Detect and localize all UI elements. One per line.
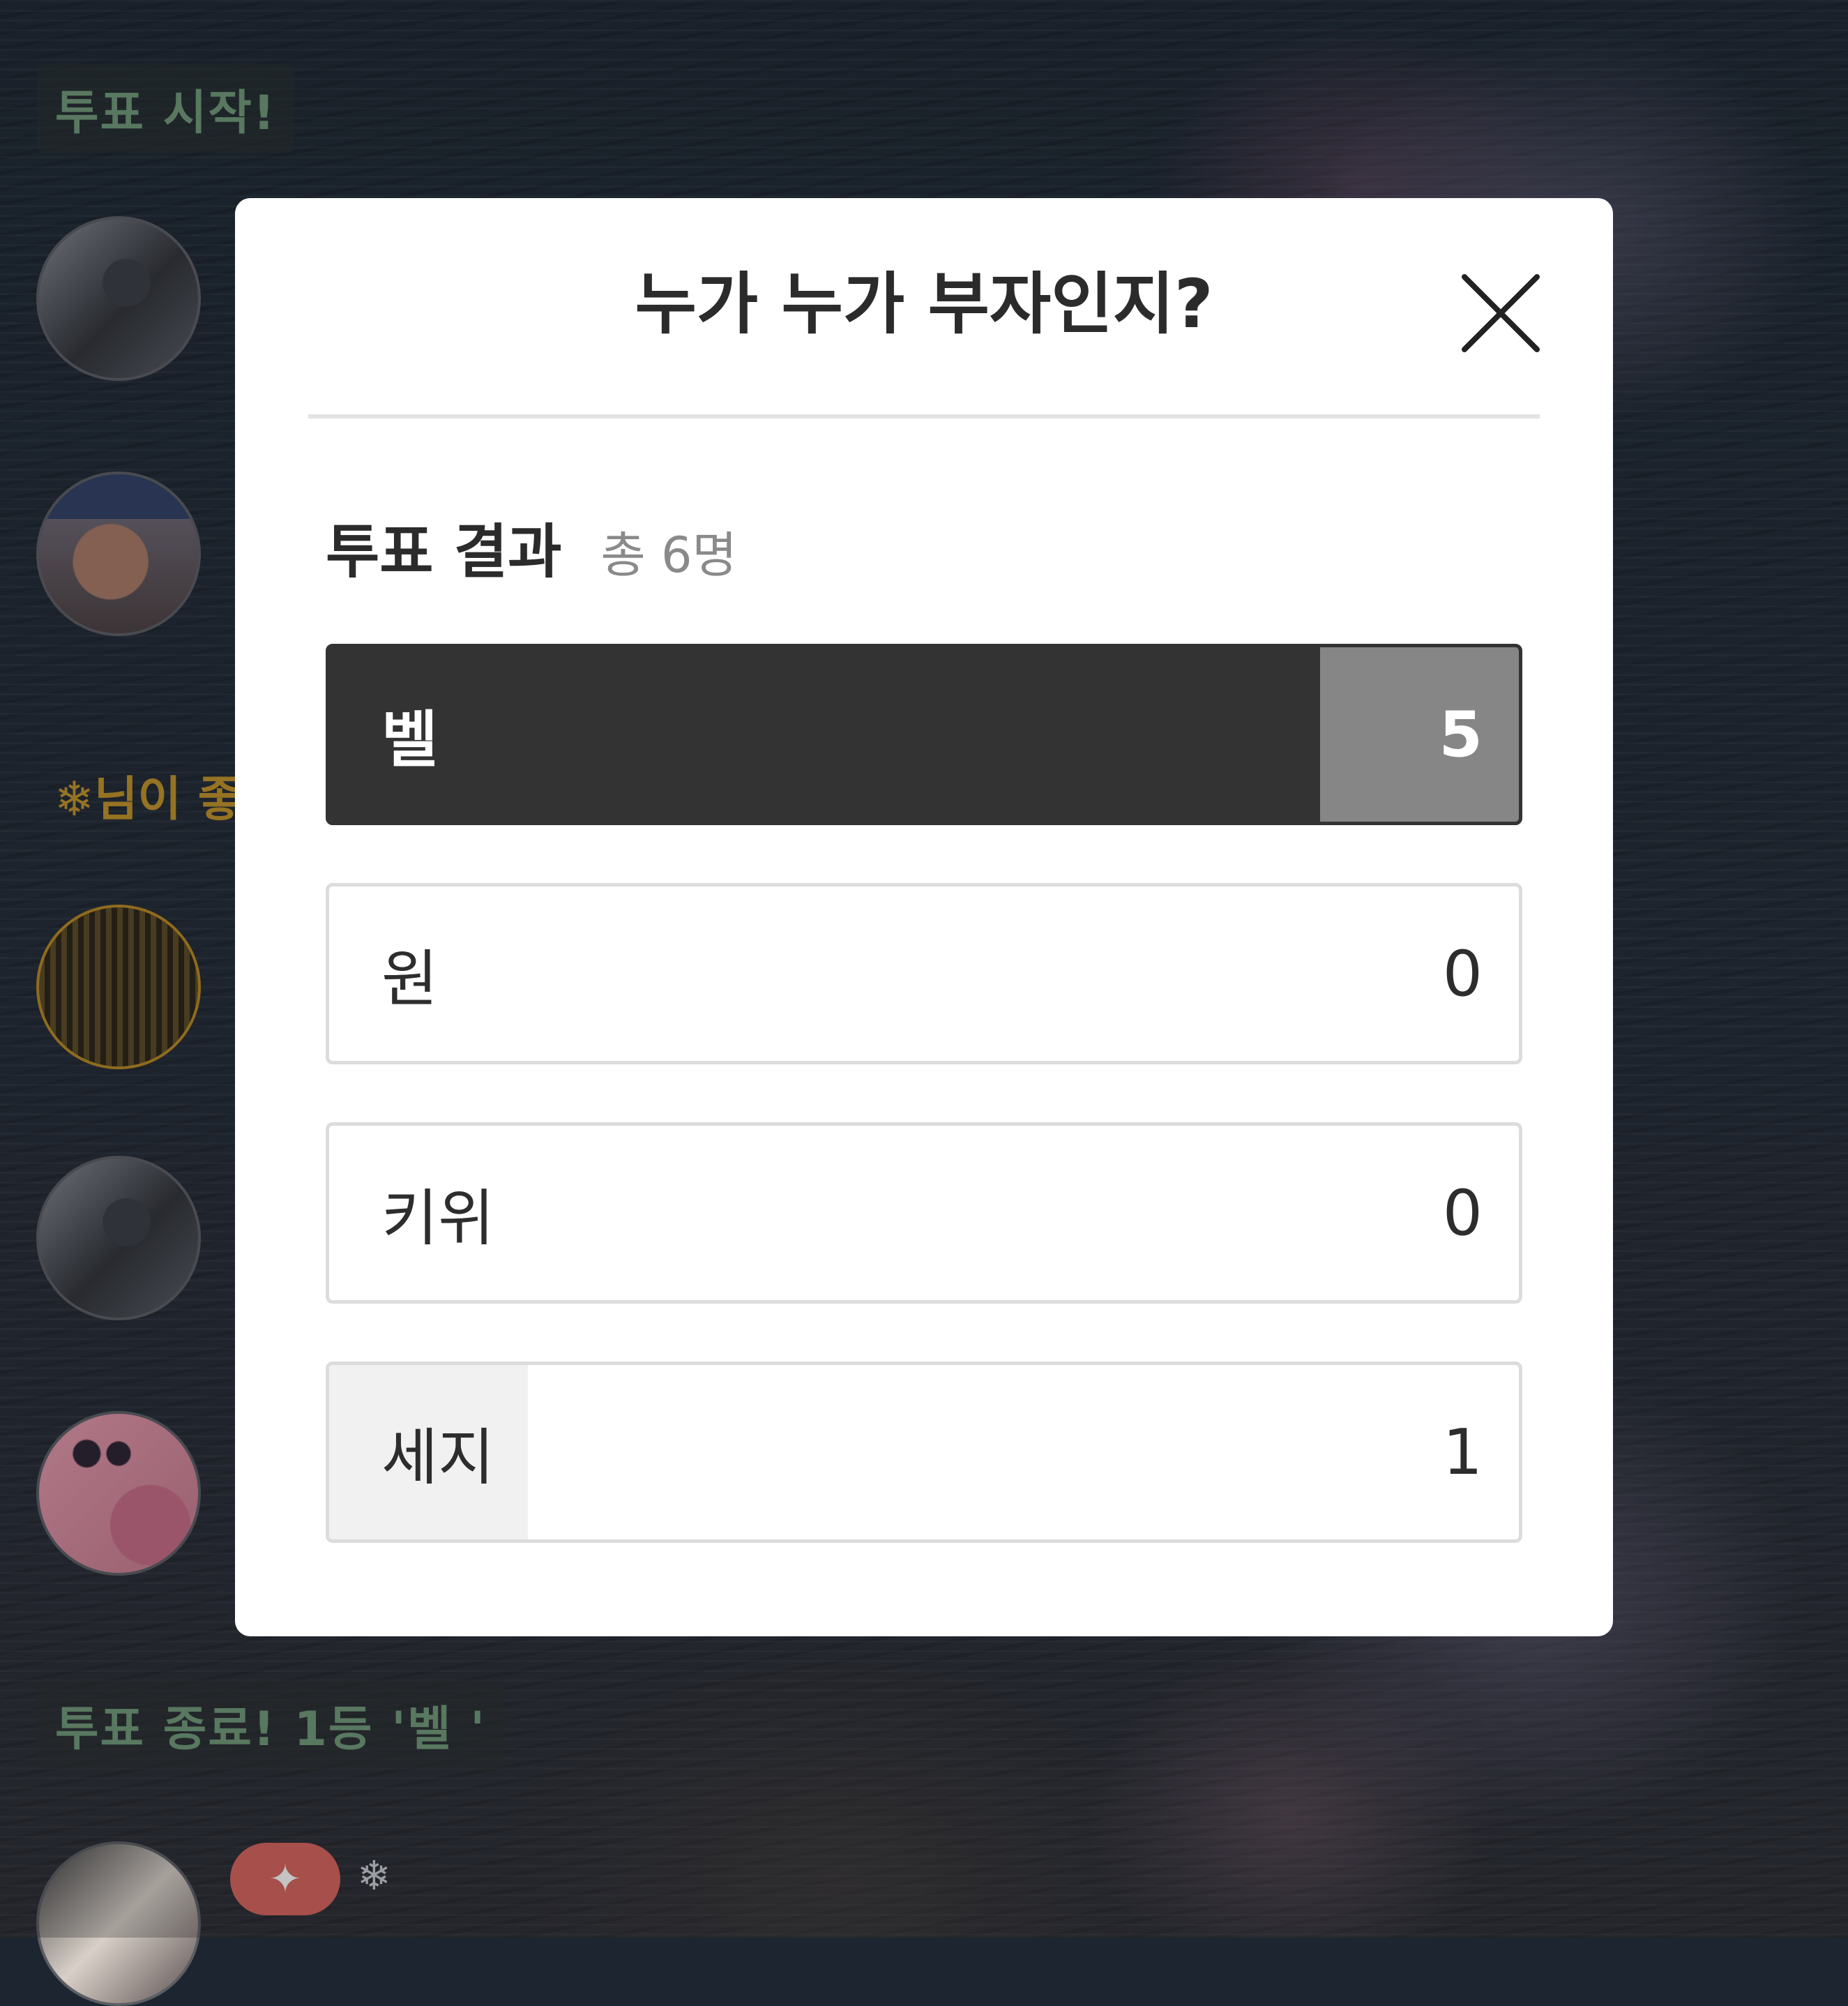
option-count: 0: [1442, 937, 1483, 1011]
result-fill-bar: [329, 647, 1321, 822]
option-count: 5: [1439, 697, 1483, 771]
poll-option-seji[interactable]: 세지 1: [326, 1362, 1522, 1543]
total-voters: 총 6명: [600, 527, 737, 584]
poll-option-bell[interactable]: 벨 5: [326, 644, 1522, 825]
title-divider: [308, 414, 1540, 418]
option-count: 0: [1442, 1176, 1483, 1250]
option-label: 벨: [381, 703, 438, 776]
option-label: 세지: [381, 1421, 494, 1493]
close-icon: [1462, 274, 1540, 352]
poll-title: 누가 누가 부자인지?: [635, 265, 1213, 343]
results-label: 투표 결과: [326, 518, 562, 586]
option-label: 원: [381, 942, 438, 1015]
option-count: 1: [1442, 1415, 1483, 1489]
poll-option-won[interactable]: 원 0: [326, 883, 1522, 1064]
close-button[interactable]: [1455, 268, 1546, 359]
results-heading: 투표 결과 총 6명: [326, 505, 737, 589]
poll-results-dialog: 누가 누가 부자인지? 투표 결과 총 6명 벨 5 원 0 키위 0 세지 1: [235, 198, 1613, 1636]
poll-option-kiwi[interactable]: 키위 0: [326, 1122, 1522, 1304]
option-label: 키위: [381, 1182, 494, 1254]
